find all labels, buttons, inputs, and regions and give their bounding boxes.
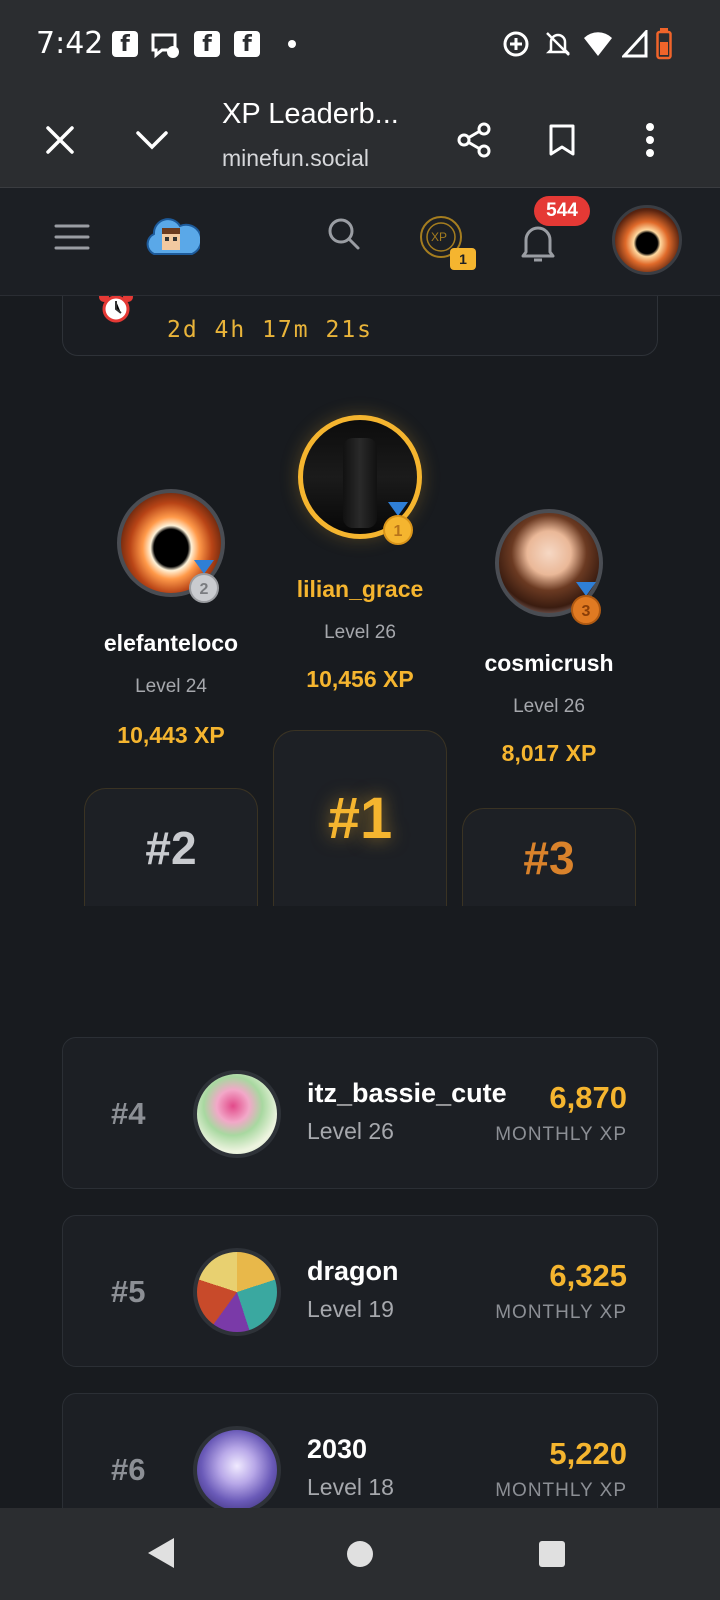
row-avatar[interactable]	[193, 1070, 281, 1158]
row-xp-label: MONTHLY XP	[495, 1302, 627, 1323]
leaderboard-row[interactable]: #6 2030 Level 18 5,220 MONTHLY XP	[62, 1393, 658, 1508]
xp-badge-label: XP	[431, 230, 448, 244]
signal-icon	[620, 28, 648, 63]
svg-text:2: 2	[200, 581, 209, 598]
page-url[interactable]: minefun.social	[222, 145, 369, 172]
row-avatar[interactable]	[193, 1248, 281, 1336]
facebook-icon: f	[194, 31, 220, 57]
row-rank: #6	[111, 1452, 146, 1487]
podium-1-xp: 10,456 XP	[306, 666, 414, 692]
more-notifications-dot	[288, 40, 296, 48]
podium-3-name[interactable]: cosmicrush	[449, 650, 649, 677]
status-time: 7:42	[36, 26, 104, 61]
xp-count-badge: 1	[450, 248, 476, 270]
podium-1-name[interactable]: lilian_grace	[260, 576, 460, 603]
podium-3-block: #3	[462, 808, 636, 906]
row-level: Level 26	[307, 1118, 394, 1144]
site-logo[interactable]	[142, 212, 203, 265]
row-xp-label: MONTHLY XP	[495, 1124, 627, 1145]
row-rank: #4	[111, 1096, 146, 1131]
row-rank: #5	[111, 1274, 146, 1309]
svg-text:1: 1	[394, 523, 403, 540]
back-icon[interactable]	[146, 1536, 176, 1575]
menu-icon[interactable]	[54, 222, 90, 257]
mute-icon	[544, 30, 572, 63]
leaderboard-page: 2d 4h 17m 21s 2 elefanteloco Level 24 10…	[0, 296, 720, 1508]
row-avatar[interactable]	[193, 1426, 281, 1508]
podium-1-level: Level 26	[324, 622, 396, 643]
alarm-clock-icon	[97, 296, 135, 328]
podium-2-block: #2	[84, 788, 258, 906]
leaderboard-row[interactable]: #5 dragon Level 19 6,325 MONTHLY XP	[62, 1215, 658, 1367]
wifi-icon	[582, 30, 614, 63]
leaderboard-row[interactable]: #4 itz_bassie_cute Level 26 6,870 MONTHL…	[62, 1037, 658, 1189]
row-xp-label: MONTHLY XP	[495, 1480, 627, 1501]
podium-2-name[interactable]: elefanteloco	[71, 630, 271, 657]
battery-icon	[656, 28, 672, 65]
row-monthly-xp: 6,870	[549, 1080, 627, 1115]
svg-text:3: 3	[582, 603, 591, 620]
facebook-icon: f	[234, 31, 260, 57]
row-level: Level 18	[307, 1474, 394, 1500]
status-bar: 7:42 f f f	[0, 0, 720, 92]
home-icon[interactable]	[346, 1540, 374, 1573]
page-tab-title[interactable]: XP Leaderb...	[222, 98, 399, 131]
row-username[interactable]: 2030	[307, 1434, 367, 1465]
podium-2-xp: 10,443 XP	[117, 722, 225, 748]
podium-2-rank: #2	[145, 821, 197, 874]
gold-medal-icon: 1	[383, 502, 413, 545]
share-icon[interactable]	[448, 114, 500, 166]
close-icon[interactable]	[34, 114, 86, 166]
app-header: XP 1 544	[0, 188, 720, 296]
row-level: Level 19	[307, 1296, 394, 1322]
podium-3-rank: #3	[523, 831, 575, 884]
row-username[interactable]: itz_bassie_cute	[307, 1078, 507, 1109]
podium-3-level: Level 26	[513, 696, 585, 717]
facebook-icon: f	[112, 31, 138, 57]
bookmark-icon[interactable]	[536, 114, 588, 166]
countdown-timer: 2d 4h 17m 21s	[167, 317, 374, 343]
data-saver-icon	[502, 30, 530, 63]
podium-2-level: Level 24	[135, 676, 207, 697]
messenger-icon	[150, 30, 180, 65]
row-monthly-xp: 5,220	[549, 1436, 627, 1471]
podium-3-xp: 8,017 XP	[501, 740, 597, 766]
more-vert-icon[interactable]	[624, 114, 676, 166]
xp-badge-button[interactable]: XP 1	[418, 214, 478, 274]
row-username[interactable]: dragon	[307, 1256, 399, 1287]
bronze-medal-icon: 3	[571, 582, 601, 625]
podium-1-photo-figure	[343, 438, 377, 528]
silver-medal-icon: 2	[189, 560, 219, 603]
system-nav-bar	[0, 1508, 720, 1600]
search-icon[interactable]	[326, 216, 362, 257]
chevron-down-icon[interactable]	[126, 114, 178, 166]
podium-1-block: #1	[273, 730, 447, 906]
user-avatar[interactable]	[612, 205, 682, 275]
notification-count-badge: 544	[534, 196, 590, 226]
countdown-card: 2d 4h 17m 21s	[62, 296, 658, 356]
recents-icon[interactable]	[538, 1540, 566, 1573]
row-monthly-xp: 6,325	[549, 1258, 627, 1293]
podium-1-rank: #1	[327, 786, 393, 851]
